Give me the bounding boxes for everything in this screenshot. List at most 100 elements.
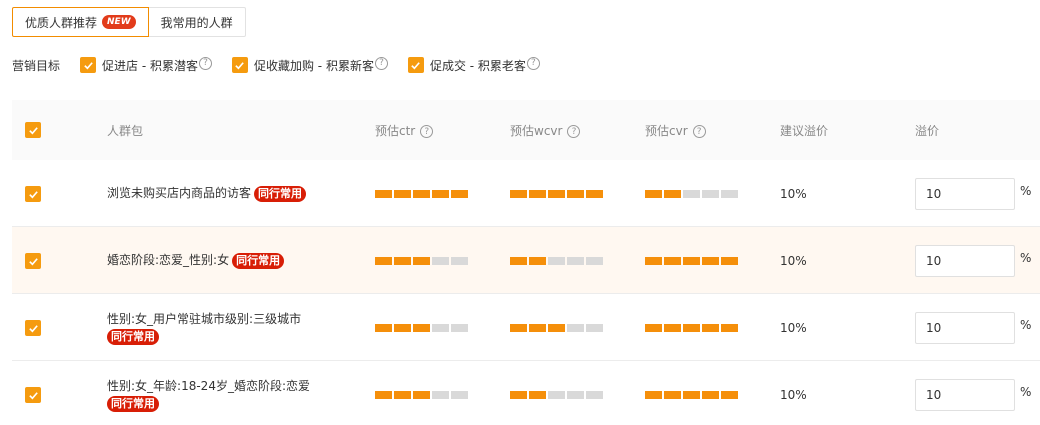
row-checkbox[interactable] (25, 320, 41, 336)
premium-field: % (915, 312, 1031, 344)
goal-store-visit[interactable]: 促进店 - 积累潜客 ? (80, 56, 212, 74)
cvr-rating (645, 391, 740, 399)
audience-name: 性别:女_年龄:18-24岁_婚恋阶段:恋爱 同行常用 (107, 378, 310, 412)
select-all-checkbox[interactable] (25, 122, 41, 138)
check-icon (235, 61, 245, 69)
goal-favorite-cart[interactable]: 促收藏加购 - 积累新客 ? (231, 56, 388, 74)
audience-name-text: 性别:女_用户常驻城市级别:三级城市 (107, 312, 302, 326)
help-icon[interactable]: ? (374, 56, 388, 70)
ctr-rating (375, 190, 470, 198)
row-checkbox[interactable] (25, 387, 41, 403)
percent-unit: % (1020, 251, 1032, 265)
tab-my-audiences[interactable]: 我常用的人群 (148, 7, 246, 37)
help-icon[interactable]: ? (198, 56, 212, 70)
ctr-rating (375, 257, 470, 265)
premium-input[interactable] (915, 379, 1015, 411)
wcvr-rating (510, 324, 605, 332)
rating-segment (702, 324, 719, 332)
rating-segment (394, 190, 411, 198)
rating-segment (645, 391, 662, 399)
premium-field: % (915, 379, 1031, 411)
help-icon[interactable]: ? (567, 125, 581, 138)
header-wcvr-label: 预估wcvr (510, 124, 563, 138)
suggested-premium: 10% (780, 321, 807, 335)
audience-name: 婚恋阶段:恋爱_性别:女 同行常用 (107, 252, 285, 269)
header-ctr-label: 预估ctr (375, 124, 416, 138)
peer-common-tag: 同行常用 (254, 185, 307, 202)
suggested-premium: 10% (780, 254, 807, 268)
goal-conversion-label: 促成交 - 积累老客 (429, 58, 526, 73)
audience-table: 人群包 预估ctr? 预估wcvr? 预估cvr? 建议溢价 溢价 浏览未购买店… (12, 100, 1040, 425)
peer-common-tag: 同行常用 (232, 252, 285, 269)
help-icon[interactable]: ? (526, 56, 540, 70)
rating-segment (683, 190, 700, 198)
header-cvr: 预估cvr? (645, 122, 706, 139)
rating-segment (702, 190, 719, 198)
premium-field: % (915, 245, 1031, 277)
rating-segment (394, 391, 411, 399)
rating-segment (702, 391, 719, 399)
rating-segment (567, 391, 584, 399)
rating-segment (413, 257, 430, 265)
rating-segment (567, 190, 584, 198)
header-suggested-premium: 建议溢价 (780, 124, 829, 138)
rating-segment (586, 391, 603, 399)
cvr-rating (645, 324, 740, 332)
goal-favorite-cart-checkbox[interactable] (231, 57, 248, 73)
check-icon (83, 61, 93, 69)
rating-segment (683, 324, 700, 332)
header-ctr: 预估ctr? (375, 122, 434, 139)
header-audience: 人群包 (107, 124, 144, 138)
rating-segment (548, 257, 565, 265)
audience-name: 性别:女_用户常驻城市级别:三级城市 同行常用 (107, 311, 301, 345)
rating-segment (375, 324, 392, 332)
tab-recommended[interactable]: 优质人群推荐 NEW (12, 7, 149, 37)
header-premium: 溢价 (915, 124, 940, 138)
check-icon (411, 61, 421, 69)
rating-segment (432, 190, 449, 198)
rating-segment (529, 257, 546, 265)
wcvr-rating (510, 190, 605, 198)
rating-segment (586, 190, 603, 198)
table-row: 婚恋阶段:恋爱_性别:女同行常用 10% % (12, 227, 1040, 294)
suggested-premium: 10% (780, 388, 807, 402)
goal-store-visit-checkbox[interactable] (80, 57, 97, 73)
rating-segment (586, 324, 603, 332)
percent-unit: % (1020, 385, 1032, 399)
marketing-goals: 营销目标 促进店 - 积累潜客 ? 促收藏加购 - 积累新客 ? 促成交 - 积… (12, 55, 560, 75)
audience-name-text: 婚恋阶段:恋爱_性别:女 (107, 253, 230, 267)
help-icon[interactable]: ? (692, 125, 706, 138)
goal-conversion[interactable]: 促成交 - 积累老客 ? (407, 56, 540, 74)
rating-segment (375, 391, 392, 399)
rating-segment (375, 190, 392, 198)
rating-segment (548, 190, 565, 198)
premium-input[interactable] (915, 245, 1015, 277)
rating-segment (413, 324, 430, 332)
rating-segment (645, 190, 662, 198)
rating-segment (451, 324, 468, 332)
wcvr-rating (510, 391, 605, 399)
rating-segment (413, 391, 430, 399)
suggested-premium: 10% (780, 187, 807, 201)
rating-segment (567, 324, 584, 332)
table-header: 人群包 预估ctr? 预估wcvr? 预估cvr? 建议溢价 溢价 (12, 100, 1040, 160)
rating-segment (432, 324, 449, 332)
premium-input[interactable] (915, 178, 1015, 210)
rating-segment (394, 257, 411, 265)
rating-segment (529, 391, 546, 399)
ctr-rating (375, 391, 470, 399)
check-icon (28, 190, 38, 198)
rating-segment (451, 190, 468, 198)
header-wcvr: 预估wcvr? (510, 122, 581, 139)
tab-my-audiences-label: 我常用的人群 (160, 15, 233, 30)
rating-segment (645, 257, 662, 265)
row-checkbox[interactable] (25, 186, 41, 202)
goal-conversion-checkbox[interactable] (407, 57, 424, 73)
rating-segment (510, 324, 527, 332)
check-icon (28, 324, 38, 332)
premium-input[interactable] (915, 312, 1015, 344)
rating-segment (702, 257, 719, 265)
row-checkbox[interactable] (25, 253, 41, 269)
new-badge: NEW (102, 15, 136, 29)
help-icon[interactable]: ? (420, 125, 434, 138)
